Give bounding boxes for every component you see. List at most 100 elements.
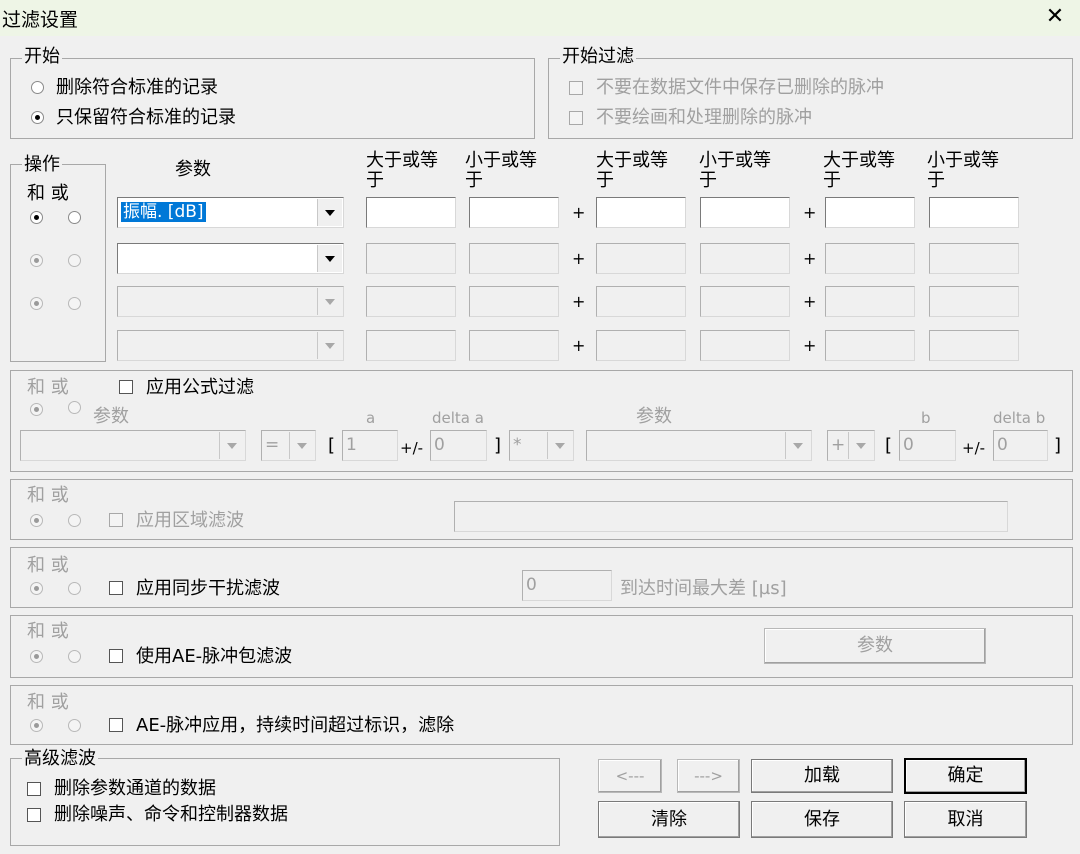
chevron-down-icon[interactable] bbox=[317, 288, 342, 315]
chevron-down-icon[interactable] bbox=[848, 432, 873, 459]
next-button[interactable]: ---> bbox=[677, 759, 740, 793]
row1-or-radio[interactable] bbox=[68, 211, 81, 224]
row3-le1-input[interactable] bbox=[469, 286, 559, 317]
row3-ge2-input[interactable] bbox=[596, 286, 686, 317]
row2-ge3-input[interactable] bbox=[825, 243, 915, 274]
chevron-down-icon[interactable] bbox=[317, 332, 342, 359]
delete-matching-radio[interactable] bbox=[31, 81, 44, 94]
duration-or-radio[interactable] bbox=[68, 719, 81, 732]
row2-le2-input[interactable] bbox=[700, 243, 790, 274]
formula-apply-checkbox[interactable] bbox=[119, 380, 133, 394]
row1-param-select[interactable]: 振幅. [dB] bbox=[117, 197, 344, 228]
sync-apply-checkbox[interactable] bbox=[109, 581, 123, 595]
delete-matching-label: 删除符合标准的记录 bbox=[56, 77, 218, 98]
formula-op2-select[interactable]: * bbox=[509, 430, 574, 461]
row4-le1-input[interactable] bbox=[469, 330, 559, 361]
row1-le2-input[interactable] bbox=[700, 197, 790, 228]
formula-op3-value: + bbox=[831, 435, 846, 455]
chevron-down-icon[interactable] bbox=[317, 245, 342, 272]
row2-ge2-input[interactable] bbox=[596, 243, 686, 274]
row4-le2-input[interactable] bbox=[700, 330, 790, 361]
sync-and-radio[interactable] bbox=[30, 582, 43, 595]
clear-button[interactable]: 清除 bbox=[598, 801, 740, 838]
formula-delta-a-label: delta a bbox=[432, 409, 484, 427]
row1-and-radio[interactable] bbox=[30, 211, 43, 224]
chevron-down-icon[interactable] bbox=[317, 199, 342, 226]
sync-time-value: 0 bbox=[526, 575, 537, 595]
row3-and-radio[interactable] bbox=[30, 297, 43, 310]
row1-ge1-input[interactable] bbox=[366, 197, 456, 228]
formula-pm2: +/- bbox=[962, 439, 986, 457]
row4-param-select[interactable] bbox=[117, 330, 344, 361]
row4-le3-input[interactable] bbox=[929, 330, 1019, 361]
row2-le1-input[interactable] bbox=[469, 243, 559, 274]
no-save-deleted-checkbox[interactable] bbox=[569, 81, 583, 95]
row3-ge1-input[interactable] bbox=[366, 286, 456, 317]
formula-delta-a-input[interactable]: 0 bbox=[430, 430, 487, 461]
row2-or-radio[interactable] bbox=[68, 254, 81, 267]
formula-b-input[interactable]: 0 bbox=[899, 430, 956, 461]
row4-ge3-input[interactable] bbox=[825, 330, 915, 361]
region-input[interactable] bbox=[454, 501, 1008, 532]
row1-le3-input[interactable] bbox=[929, 197, 1019, 228]
row2-and-radio[interactable] bbox=[30, 254, 43, 267]
row3-le2-input[interactable] bbox=[700, 286, 790, 317]
no-draw-deleted-checkbox[interactable] bbox=[569, 111, 583, 125]
ok-button[interactable]: 确定 bbox=[904, 758, 1027, 794]
row1-le1-input[interactable] bbox=[469, 197, 559, 228]
packet-or-radio[interactable] bbox=[68, 650, 81, 663]
row1-ge2-input[interactable] bbox=[596, 197, 686, 228]
region-apply-label: 应用区域滤波 bbox=[136, 510, 244, 531]
region-apply-checkbox[interactable] bbox=[109, 513, 123, 527]
row2-param-select[interactable] bbox=[117, 243, 344, 274]
region-and-radio[interactable] bbox=[30, 514, 43, 527]
formula-param2-select[interactable] bbox=[586, 430, 812, 461]
cancel-button[interactable]: 取消 bbox=[904, 801, 1027, 838]
delete-param-channel-checkbox[interactable] bbox=[27, 782, 41, 796]
chevron-down-icon[interactable] bbox=[785, 432, 810, 459]
prev-button[interactable]: <--- bbox=[598, 759, 662, 793]
row3-le3-input[interactable] bbox=[929, 286, 1019, 317]
packet-params-button[interactable]: 参数 bbox=[764, 628, 986, 664]
duration-apply-checkbox[interactable] bbox=[109, 718, 123, 732]
formula-op1-select[interactable]: = bbox=[261, 430, 316, 461]
duration-and-radio[interactable] bbox=[30, 719, 43, 732]
and-or-header: 和 或 bbox=[27, 183, 69, 204]
keep-matching-label: 只保留符合标准的记录 bbox=[56, 107, 236, 128]
sync-time-input[interactable]: 0 bbox=[522, 570, 612, 601]
row4-plus1: + bbox=[572, 336, 586, 355]
formula-rbr1: ] bbox=[494, 435, 502, 456]
formula-param1-label: 参数 bbox=[93, 406, 129, 427]
formula-op3-select[interactable]: + bbox=[827, 430, 875, 461]
region-or-radio[interactable] bbox=[68, 514, 81, 527]
col3-le-header: 小于或等于 bbox=[927, 150, 999, 191]
row3-ge3-input[interactable] bbox=[825, 286, 915, 317]
formula-param1-select[interactable] bbox=[20, 430, 246, 461]
formula-and-radio[interactable] bbox=[30, 403, 43, 416]
row4-ge2-input[interactable] bbox=[596, 330, 686, 361]
sync-or-radio[interactable] bbox=[68, 582, 81, 595]
chevron-down-icon[interactable] bbox=[219, 432, 244, 459]
chevron-down-icon[interactable] bbox=[289, 432, 314, 459]
start-group-legend: 开始 bbox=[22, 46, 62, 67]
formula-delta-a-value: 0 bbox=[434, 435, 445, 455]
row2-plus1: + bbox=[572, 249, 586, 268]
packet-apply-checkbox[interactable] bbox=[109, 649, 123, 663]
close-icon[interactable]: ✕ bbox=[1040, 2, 1070, 32]
chevron-down-icon[interactable] bbox=[547, 432, 572, 459]
row4-ge1-input[interactable] bbox=[366, 330, 456, 361]
row3-or-radio[interactable] bbox=[68, 297, 81, 310]
row2-ge1-input[interactable] bbox=[366, 243, 456, 274]
keep-matching-radio[interactable] bbox=[31, 111, 44, 124]
formula-delta-b-input[interactable]: 0 bbox=[993, 430, 1048, 461]
delete-noise-checkbox[interactable] bbox=[27, 808, 41, 822]
save-button[interactable]: 保存 bbox=[751, 801, 893, 838]
formula-or-radio[interactable] bbox=[68, 401, 81, 414]
row3-param-select[interactable] bbox=[117, 286, 344, 317]
formula-op1-value: = bbox=[265, 435, 280, 455]
row1-ge3-input[interactable] bbox=[825, 197, 915, 228]
formula-a-input[interactable]: 1 bbox=[342, 430, 398, 461]
row2-le3-input[interactable] bbox=[929, 243, 1019, 274]
load-button[interactable]: 加载 bbox=[751, 759, 893, 793]
packet-and-radio[interactable] bbox=[30, 650, 43, 663]
